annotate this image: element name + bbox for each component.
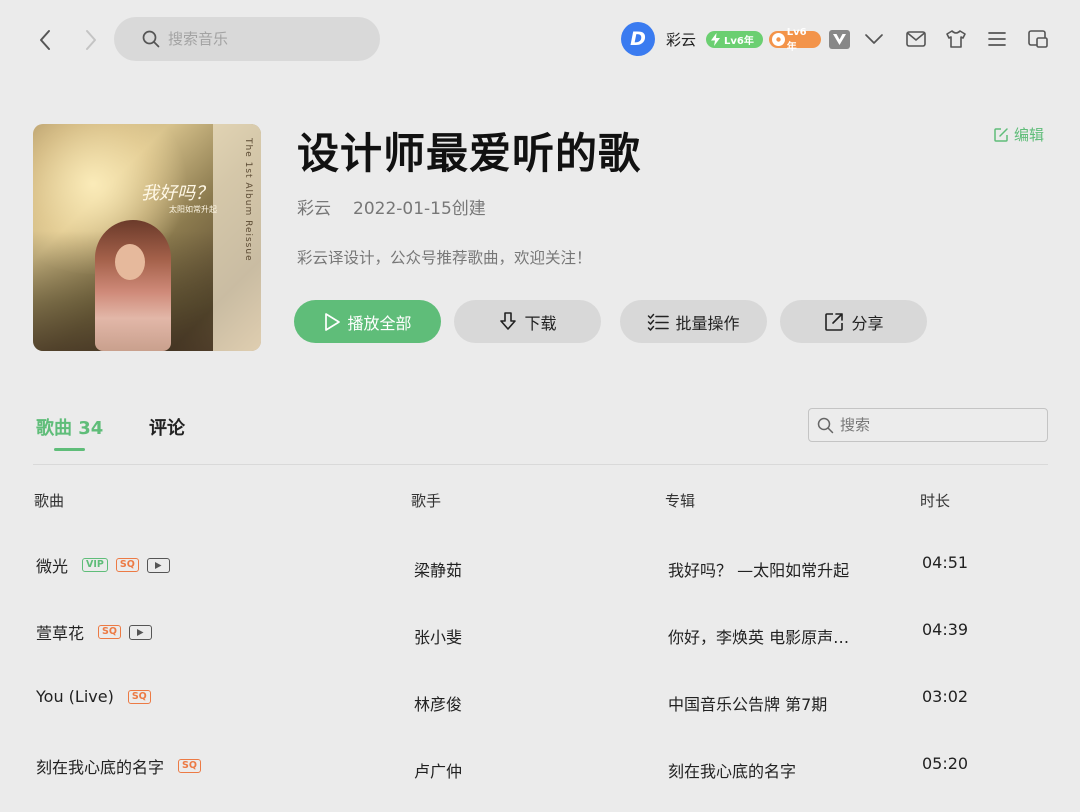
table-row[interactable]: 刻在我心底的名字 SQ 卢广仲 刻在我心底的名字 05:20 [0,744,1080,811]
user-menu-dropdown[interactable] [862,27,886,51]
song-title-cell: 微光 VIP SQ [36,553,170,577]
search-icon [142,30,160,48]
cover-face [115,244,145,280]
sq-tag: SQ [127,689,151,704]
song-title[interactable]: 微光 [36,553,68,577]
messages-button[interactable] [904,27,928,51]
song-title-cell: 刻在我心底的名字 SQ [36,754,209,778]
sq-tag: SQ [178,759,201,773]
global-search-input[interactable] [168,30,358,48]
avatar-letter: D [630,28,646,50]
shirt-icon [945,29,967,49]
cover-side-panel [213,124,261,351]
song-title-cell: 萱草花 SQ [36,620,152,644]
song-title[interactable]: 刻在我心底的名字 [36,754,164,778]
download-label: 下载 [524,313,557,333]
playlist-created-date: 2022-01-15创建 [353,199,486,219]
tab-songs-count: 34 [78,418,104,439]
share-icon [823,311,845,333]
sq-tag: SQ [98,625,121,639]
mv-play-icon[interactable] [146,557,170,573]
album-name[interactable]: 我好吗？ —太阳如常升起 [668,557,849,581]
chevron-right-icon [84,28,98,52]
search-icon [817,417,834,434]
play-all-label: 播放全部 [347,313,412,333]
cover-side-text: The 1st Album Reissue [243,138,253,262]
edit-button[interactable]: 编辑 [993,124,1044,145]
album-name[interactable]: 刻在我心底的名字 [668,758,796,782]
artist-name[interactable]: 梁静茹 [414,557,462,581]
song-title-cell: You (Live) SQ [36,687,159,706]
music-level-text: Lv6年 [786,26,807,53]
forward-button[interactable] [78,26,104,54]
table-row[interactable]: You (Live) SQ 林彦俊 中国音乐公告牌 第7期 03:02 [0,677,1080,744]
playlist-creator[interactable]: 彩云 [297,194,331,219]
active-tab-indicator [54,448,85,451]
mini-player-icon [1027,29,1049,49]
edit-label: 编辑 [1014,126,1045,144]
batch-operation-button[interactable]: 批量操作 [620,300,767,343]
column-header-album[interactable]: 专辑 [665,490,695,511]
play-icon [323,312,341,332]
album-name[interactable]: 你好，李焕英 电影原声… [668,624,849,648]
record-icon [772,33,785,46]
username[interactable]: 彩云 [666,29,696,50]
settings-menu-button[interactable] [985,27,1009,51]
column-header-title[interactable]: 歌曲 [34,490,64,511]
duration: 05:20 [922,754,969,773]
playlist-description: 彩云译设计，公众号推荐歌曲，欢迎关注！ [297,249,592,267]
column-header-artist[interactable]: 歌手 [411,490,441,511]
chevron-down-icon [864,33,884,45]
artist-name[interactable]: 卢广仲 [414,758,462,782]
cover-figure [95,220,171,351]
cover-caption: 我好吗？ [141,183,213,204]
music-level-badge[interactable]: Lv6年 [769,27,821,53]
avatar[interactable]: D [621,22,655,56]
download-button[interactable]: 下载 [454,300,601,343]
duration: 04:39 [922,620,969,639]
vip-level-text: Lv6年 [724,36,754,47]
artist-name[interactable]: 林彦俊 [414,691,462,715]
duration: 04:51 [922,553,969,572]
song-search-box[interactable] [808,408,1048,442]
play-all-button[interactable]: 播放全部 [294,300,441,343]
chevron-left-icon [38,28,52,52]
menu-icon [987,30,1007,48]
sq-tag: SQ [115,558,139,572]
cover-subcaption: 太阳如常升起 [169,205,217,214]
vip-tag: VIP [82,558,108,572]
tab-comments[interactable]: 评论 [149,414,185,440]
checklist-icon [647,312,670,332]
mv-play-icon[interactable] [128,624,152,640]
duration: 03:02 [922,687,969,706]
vip-icon[interactable] [829,30,850,49]
mini-mode-button[interactable] [1026,27,1050,51]
column-header-duration[interactable]: 时长 [920,490,950,511]
table-row[interactable]: 萱草花 SQ 张小斐 你好，李焕英 电影原声… 04:39 [0,610,1080,677]
tab-songs-label: 歌曲 [36,418,72,439]
song-title[interactable]: 萱草花 [36,620,84,644]
playlist-title: 设计师最爱听的歌 [297,129,642,178]
edit-icon [993,127,1009,143]
playlist-cover: The 1st Album Reissue 我好吗？ 太阳如常升起 [33,124,261,351]
share-button[interactable]: 分享 [780,300,927,343]
batch-label: 批量操作 [675,313,740,333]
table-row[interactable]: 微光 VIP SQ 梁静茹 我好吗？ —太阳如常升起 04:51 [0,543,1080,610]
vip-level-badge[interactable]: Lv6年 [706,31,763,48]
album-name[interactable]: 中国音乐公告牌 第7期 [668,691,827,715]
download-icon [498,311,518,333]
skin-button[interactable] [944,27,968,51]
tab-songs[interactable]: 歌曲 34 [36,414,103,440]
share-label: 分享 [851,313,884,333]
playlist-meta: 彩云 2022-01-15创建 [297,194,486,219]
global-search-box[interactable] [114,17,380,61]
divider [33,464,1048,465]
song-search-input[interactable] [840,416,1040,434]
back-button[interactable] [32,26,58,54]
lightning-icon [709,33,722,46]
song-title[interactable]: You (Live) [36,687,114,706]
artist-name[interactable]: 张小斐 [414,624,462,648]
mail-icon [905,30,927,48]
